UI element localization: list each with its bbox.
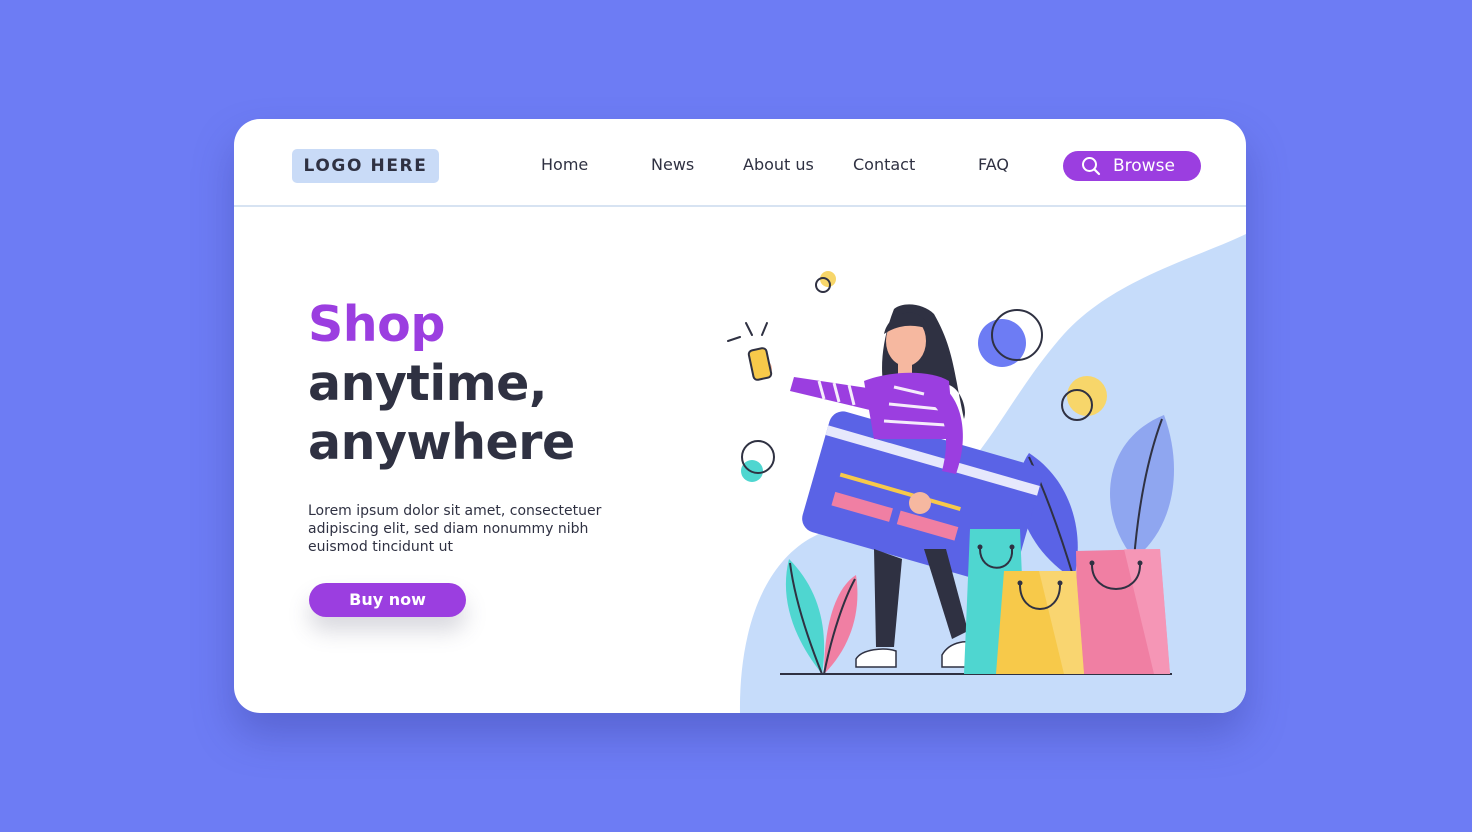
page-background: LOGO HERE Home News About us Contact FAQ… bbox=[0, 0, 1472, 832]
logo[interactable]: LOGO HERE bbox=[292, 149, 439, 183]
nav-link-faq[interactable]: FAQ bbox=[978, 155, 1009, 175]
browse-label: Browse bbox=[1113, 156, 1175, 176]
search-icon bbox=[1082, 157, 1101, 176]
nav-link-home[interactable]: Home bbox=[541, 155, 588, 175]
browse-button[interactable]: Browse bbox=[1063, 151, 1201, 181]
headline-anytime: anytime, bbox=[308, 355, 548, 412]
hero-headline: Shop anytime, anywhere bbox=[308, 295, 728, 472]
nav-link-about-us[interactable]: About us bbox=[743, 155, 814, 175]
hero-description: Lorem ipsum dolor sit amet, consectetuer… bbox=[308, 503, 602, 555]
headline-shop: Shop bbox=[308, 296, 445, 353]
top-navigation-bar: LOGO HERE Home News About us Contact FAQ… bbox=[234, 119, 1246, 207]
nav-link-contact[interactable]: Contact bbox=[853, 155, 915, 175]
nav-link-news[interactable]: News bbox=[651, 155, 694, 175]
landing-page-card: LOGO HERE Home News About us Contact FAQ… bbox=[234, 119, 1246, 713]
headline-anywhere: anywhere bbox=[308, 414, 575, 471]
buy-now-button[interactable]: Buy now bbox=[309, 583, 466, 617]
